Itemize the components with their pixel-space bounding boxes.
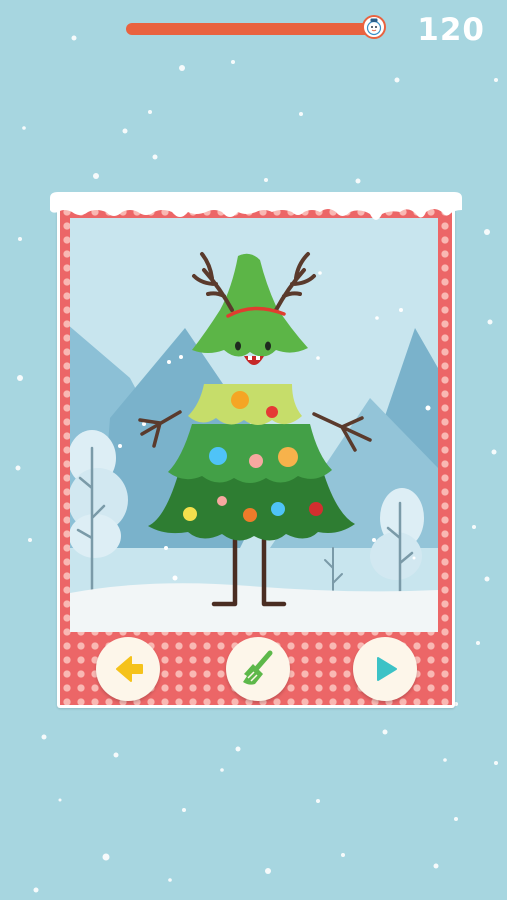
score-counter: 120 (417, 12, 485, 48)
scene-illustration (70, 252, 438, 632)
christmas-scene (70, 218, 438, 632)
level-progress-bar (126, 23, 384, 35)
arrow-left-icon (116, 656, 143, 682)
play-button[interactable] (353, 637, 417, 701)
broom-icon (243, 650, 273, 685)
back-button[interactable] (96, 637, 160, 701)
snowman-icon (361, 15, 386, 39)
snow-cap (50, 192, 462, 220)
clear-button[interactable] (226, 637, 290, 701)
play-icon (377, 657, 397, 681)
